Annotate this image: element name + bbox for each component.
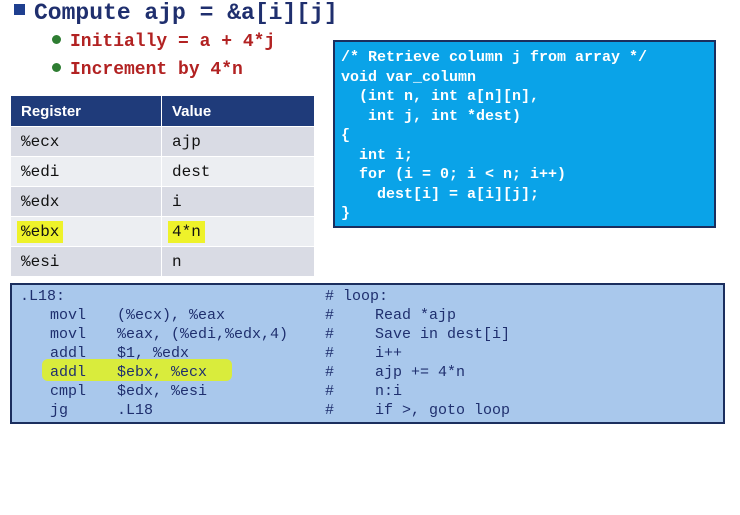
- asm-label-line: .L18: # loop:: [20, 287, 715, 306]
- register-cell: %esi: [10, 246, 162, 277]
- asm-opcode: movl: [50, 326, 87, 343]
- asm-instruction-line: jg .L18 # if >, goto loop: [20, 401, 715, 420]
- asm-opcode: addl: [50, 364, 87, 381]
- asm-label-comment: # loop:: [325, 288, 389, 305]
- asm-comment-marker: #: [325, 307, 335, 324]
- asm-operands: $ebx, %ecx: [117, 364, 208, 381]
- asm-comment: if >, goto loop: [375, 402, 511, 419]
- asm-opcode: movl: [50, 307, 87, 324]
- code-line: {: [341, 127, 351, 144]
- asm-comment: i++: [375, 345, 403, 362]
- code-line: (int n, int a[n][n],: [341, 88, 540, 105]
- c-code-box: /* Retrieve column j from array */ void v…: [333, 40, 716, 228]
- code-line: dest[i] = a[i][j];: [341, 185, 540, 203]
- register-table-header: Register Value: [10, 95, 315, 127]
- asm-operands: $1, %edx: [117, 345, 190, 362]
- asm-opcode: jg: [50, 402, 69, 419]
- table-row: %edx i: [10, 186, 315, 217]
- asm-comment: Save in dest[i]: [375, 326, 511, 343]
- sub-bullet-increment: Increment by 4*n: [52, 60, 243, 80]
- table-row: %edi dest: [10, 156, 315, 187]
- asm-operands: $edx, %esi: [117, 383, 208, 400]
- sub-bullet-text: Increment by 4*n: [70, 60, 243, 80]
- highlighted-register: %ebx: [17, 220, 64, 243]
- asm-opcode: cmpl: [50, 383, 87, 400]
- asm-instruction-line: addl $1, %edx # i++: [20, 344, 715, 363]
- assembly-box: .L18: # loop: movl (%ecx), %eax # Read *…: [10, 283, 725, 424]
- register-table: Register Value %ecx ajp %edi dest %edx i…: [10, 95, 315, 277]
- round-bullet-icon: [52, 62, 61, 72]
- asm-comment: Read *ajp: [375, 307, 457, 324]
- asm-comment: ajp += 4*n: [375, 364, 466, 381]
- code-line: int i;: [341, 146, 414, 164]
- asm-comment-marker: #: [325, 364, 335, 381]
- asm-operands: %eax, (%edi,%edx,4): [117, 326, 289, 343]
- value-cell: n: [161, 246, 315, 277]
- asm-comment-marker: #: [325, 383, 335, 400]
- table-row: %esi n: [10, 246, 315, 277]
- slide-heading: Compute ajp = &a[i][j]: [14, 0, 338, 26]
- value-cell: dest: [161, 156, 315, 187]
- register-cell: %edx: [10, 186, 162, 217]
- asm-instruction-line: movl %eax, (%edi,%edx,4) # Save in dest[…: [20, 325, 715, 344]
- asm-opcode: addl: [50, 345, 87, 362]
- asm-instruction-line: cmpl $edx, %esi # n:i: [20, 382, 715, 401]
- value-cell: ajp: [161, 126, 315, 157]
- table-row: %ecx ajp: [10, 126, 315, 157]
- asm-comment-marker: #: [325, 402, 335, 419]
- table-row-highlighted: %ebx 4*n: [10, 216, 315, 247]
- code-line: int j, int *dest): [341, 107, 522, 125]
- sub-bullet-text: Initially = a + 4*j: [70, 32, 276, 52]
- code-line: for (i = 0; i < n; i++): [341, 166, 567, 183]
- value-cell: i: [161, 186, 315, 217]
- column-header-register: Register: [10, 95, 162, 127]
- asm-comment-marker: #: [325, 326, 335, 343]
- register-cell: %edi: [10, 156, 162, 187]
- asm-comment-marker: #: [325, 345, 335, 362]
- asm-operands: (%ecx), %eax: [117, 307, 226, 324]
- register-cell: %ecx: [10, 126, 162, 157]
- asm-comment: n:i: [375, 383, 403, 400]
- asm-instruction-line-highlighted: addl $ebx, %ecx # ajp += 4*n: [20, 363, 715, 382]
- highlighted-value: 4*n: [168, 220, 205, 243]
- code-line: void var_column: [341, 68, 477, 86]
- square-bullet-icon: [14, 4, 25, 16]
- register-cell: %ebx: [10, 216, 162, 247]
- value-cell: 4*n: [161, 216, 315, 247]
- sub-bullet-initially: Initially = a + 4*j: [52, 32, 275, 52]
- column-header-value: Value: [161, 95, 315, 127]
- code-line: }: [341, 205, 351, 222]
- asm-operands: .L18: [117, 402, 154, 419]
- heading-text: Compute ajp = &a[i][j]: [34, 0, 338, 26]
- code-line: /* Retrieve column j from array */: [341, 49, 648, 66]
- asm-label: .L18:: [20, 288, 66, 305]
- round-bullet-icon: [52, 34, 61, 44]
- asm-instruction-line: movl (%ecx), %eax # Read *ajp: [20, 306, 715, 325]
